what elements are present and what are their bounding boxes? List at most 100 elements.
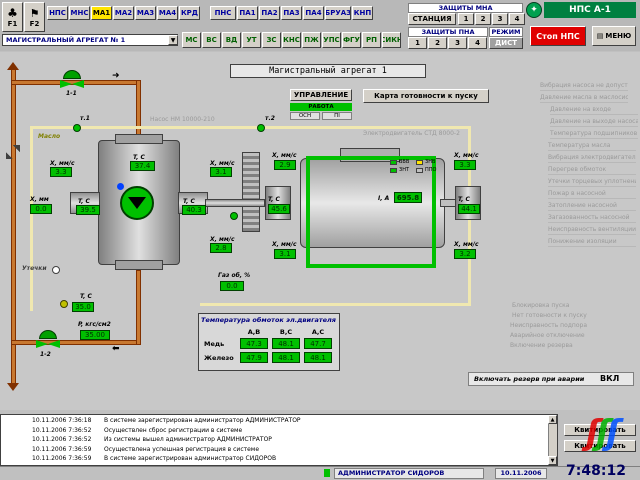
status-clock: 7:48:12 [566,463,626,479]
alarm-item-bottom: Неисправность подпора [510,322,587,329]
pump-top-label: T, C [133,154,145,161]
alarm-item-bottom: Включение резерва [510,342,573,349]
log-row-message: Осуществлена успешная регистрация в сист… [104,445,260,453]
readiness-card-button[interactable]: Карта готовности к пуску [363,89,489,103]
mot-lt-value: 45.6 [268,204,290,214]
subsystem-button-3[interactable]: УТ [242,32,261,48]
oil-line-bottom [200,303,470,306]
motor-bearing-right [455,186,481,220]
nav-button-2[interactable]: МА1 [91,6,112,20]
control-button[interactable]: УПРАВЛЕНИЕ [290,89,352,101]
motor-model: Электродвигатель СТД 8000-2 [363,130,460,137]
pipe-top-down [136,80,141,140]
pump-model: Насос НМ 10000-210 [150,116,215,123]
pump-icon[interactable] [120,186,154,220]
mot-rvib2-label: X, мм/с [454,241,479,248]
nav-button-5[interactable]: МА4 [157,6,178,20]
mna-protect-3[interactable]: 4 [509,13,525,25]
t2-point [257,124,265,132]
station-button[interactable]: СТАНЦИЯ [408,13,456,25]
windings-value: 48.1 [272,338,300,349]
pna-protection-title: ЗАЩИТЫ ПНА [408,27,488,37]
alarm-item: Вибрация электродвигателя [548,154,636,163]
pump-status-dot [117,183,124,190]
nav-button-9[interactable]: ПА2 [259,6,280,20]
chevron-down-icon[interactable]: ▼ [168,35,178,45]
nav-button-11[interactable]: ПА4 [303,6,324,20]
help-icon: ♣ [7,6,18,20]
pna-protect-3[interactable]: 4 [468,37,487,49]
pipe-bottom-up [136,270,141,345]
mot-lt-label: T, C [268,196,280,203]
unit-select[interactable]: МАГИСТРАЛЬНЫЙ АГРЕГАТ № 1 [2,34,178,46]
windings-title: Температура обмоток эл.двигателя [201,316,336,324]
subsystem-button-0[interactable]: МС [182,32,201,48]
nav-button-6[interactable]: КРД [179,6,200,20]
logo-icon: ✦ [526,2,542,18]
scroll-up-icon[interactable]: ▲ [548,415,557,424]
shaft-mid [205,199,265,207]
log-row-time: 10.11.2006 7:36:59 [32,445,92,453]
subsystem-button-1[interactable]: ВС [202,32,221,48]
pna-protect-0[interactable]: 1 [408,37,427,49]
menu-button[interactable]: ▤ МЕНЮ [592,26,636,46]
log-row-time: 10.11.2006 7:36:59 [32,455,92,462]
f2-button[interactable]: ⚑ F2 [24,2,45,32]
oil-label: Масло [38,133,61,140]
subsystem-button-7[interactable]: УПС [322,32,341,48]
reserve-value[interactable]: ВКЛ [600,374,619,383]
nav-button-1[interactable]: МНС [69,6,90,20]
mna-protect-0[interactable]: 1 [458,13,474,25]
log-row-message: Осуществлен сброс регистрации в системе [104,426,243,434]
subsystem-button-6[interactable]: ПЖ [302,32,321,48]
legend-mark-2 [390,168,397,173]
log-row-message: В системе зарегистрирован администратор … [104,455,277,462]
motor-current-label: I, A [378,195,390,202]
nav-button-4[interactable]: МА3 [135,6,156,20]
legend-label-2: ЗНТ [399,167,410,173]
mna-protect-1[interactable]: 2 [475,13,491,25]
windings-row-label: Медь [204,340,225,348]
legend-mark-1 [416,160,423,165]
subsystem-button-2[interactable]: ВД [222,32,241,48]
pna-protect-2[interactable]: 3 [448,37,467,49]
f1-button[interactable]: ♣ F1 [2,2,23,32]
mot-lvib2-label: X, мм/с [272,241,297,248]
log-row-time: 10.11.2006 7:36:18 [32,417,92,424]
left-x-value: 0.0 [30,204,52,214]
nav-button-10[interactable]: ПА3 [281,6,302,20]
subsystem-button-9[interactable]: РП [362,32,381,48]
alarm-item: Температура подшипников [550,130,638,139]
pna-protect-1[interactable]: 2 [428,37,447,49]
log-row-time: 10.11.2006 7:36:52 [32,436,92,443]
nav-button-12[interactable]: БРУАЗ [325,6,351,20]
valve-1-2-label: 1-2 [40,351,51,358]
nav-button-13[interactable]: КНП [352,6,373,20]
mot-rt-value: 44.1 [458,204,480,214]
alarm-item: Пожар в насосной [548,190,636,199]
subsystem-button-10[interactable]: СИКН [382,32,401,48]
valve-1-1-icon[interactable] [60,70,84,88]
nav-button-8[interactable]: ПА1 [237,6,258,20]
valve-left-icon [6,145,20,159]
valve-1-2-icon[interactable] [36,330,60,350]
subsystem-button-4[interactable]: ЗС [262,32,281,48]
subsystem-button-8[interactable]: ФГУ [342,32,361,48]
right-vib-label: X, мм/с [210,160,235,167]
mna-protect-2[interactable]: 3 [492,13,508,25]
nav-button-3[interactable]: МА2 [113,6,134,20]
scroll-down-icon[interactable]: ▼ [548,456,557,465]
nav-button-7[interactable]: ПНС [210,6,236,20]
nav-button-0[interactable]: НПС [47,6,68,20]
pump-top-value: 37.4 [130,161,155,171]
oil-line-top [30,126,470,129]
alarm-item-bottom: Нет готовности к пуску [512,312,587,319]
mot-rvib2-value: 3.2 [454,249,476,259]
alarm-item-bottom: Блокировка пуска [512,302,570,309]
subsystem-button-5[interactable]: КНС [282,32,301,48]
pump-flange-bottom [115,260,163,270]
windings-value: 47.3 [240,338,268,349]
legend-label-3: ППО [425,167,437,173]
stop-nps-button[interactable]: Стоп НПС [530,26,586,46]
alarm-item: Давление масла в маслосистеме [540,94,628,103]
